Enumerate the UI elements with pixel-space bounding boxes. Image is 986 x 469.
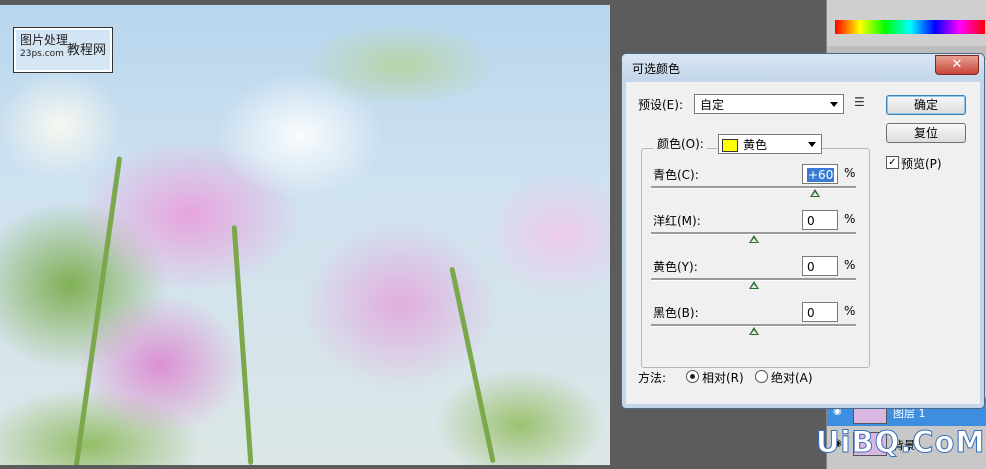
color-swatch — [722, 139, 738, 152]
slider-track[interactable] — [651, 186, 856, 189]
flower-stem — [449, 266, 496, 464]
reset-button[interactable]: 复位 — [886, 123, 966, 143]
slider-label: 黄色(Y): — [653, 260, 698, 274]
color-spectrum[interactable] — [835, 20, 985, 34]
brand-watermark: UiBQ.CoM — [815, 425, 986, 460]
percent-unit: % — [844, 166, 856, 180]
preset-select[interactable]: 自定 — [694, 94, 844, 114]
preset-value: 自定 — [700, 98, 725, 112]
slider-thumb[interactable] — [748, 235, 759, 243]
close-icon: ✕ — [951, 57, 963, 72]
ok-button[interactable]: 确定 — [886, 95, 966, 115]
close-button[interactable]: ✕ — [935, 55, 979, 75]
color-panel — [827, 0, 986, 46]
colors-select[interactable]: 黄色 — [718, 134, 822, 154]
method-absolute-label: 绝对(A) — [771, 371, 813, 385]
slider-value-input[interactable]: 0 — [802, 210, 838, 230]
watermark-logo: 图片处理 23ps.com 教程网 — [13, 27, 113, 73]
colors-label: 颜色(O): — [654, 135, 707, 152]
preview-checkbox[interactable]: ✓ — [886, 156, 899, 169]
slider-label: 洋红(M): — [653, 214, 701, 228]
slider-value: +60 — [807, 168, 835, 182]
slider-thumb[interactable] — [748, 281, 759, 289]
dialog-titlebar[interactable]: 可选颜色 ✕ — [622, 54, 984, 82]
slider-value-input[interactable]: 0 — [802, 302, 838, 322]
colors-value: 黄色 — [743, 138, 768, 152]
method-label: 方法: — [638, 371, 667, 385]
flower-stem — [72, 156, 123, 465]
slider-value-input[interactable]: 0 — [802, 256, 838, 276]
chevron-down-icon — [830, 102, 838, 107]
dialog-title: 可选颜色 — [632, 62, 681, 76]
flower-stem — [231, 225, 254, 465]
selective-color-dialog: 可选颜色 ✕ 预设(E): 自定 ☰ 确定 复位 ✓ 预览(P) 颜色(O): … — [621, 53, 985, 409]
slider-label: 青色(C): — [653, 168, 699, 182]
slider-value: 0 — [807, 306, 815, 320]
method-relative-label: 相对(R) — [702, 371, 744, 385]
percent-unit: % — [844, 304, 856, 318]
slider-value: 0 — [807, 214, 815, 228]
image-canvas[interactable]: 图片处理 23ps.com 教程网 — [0, 5, 610, 465]
menu-lines-icon[interactable]: ☰ — [854, 95, 865, 109]
percent-unit: % — [844, 258, 856, 272]
slider-value-input[interactable]: +60 — [802, 164, 838, 184]
method-relative-radio[interactable] — [686, 370, 699, 383]
preview-label: 预览(P) — [901, 157, 942, 171]
slider-label: 黑色(B): — [653, 306, 699, 320]
dialog-body: 预设(E): 自定 ☰ 确定 复位 ✓ 预览(P) 颜色(O): 黄色 青色(C… — [628, 82, 978, 404]
method-absolute-radio[interactable] — [755, 370, 768, 383]
chevron-down-icon — [808, 142, 816, 147]
slider-thumb[interactable] — [748, 327, 759, 335]
slider-thumb[interactable] — [810, 189, 820, 197]
slider-value: 0 — [807, 260, 815, 274]
preset-label: 预设(E): — [638, 98, 683, 112]
percent-unit: % — [844, 212, 856, 226]
watermark-text: 教程网 — [66, 43, 106, 58]
